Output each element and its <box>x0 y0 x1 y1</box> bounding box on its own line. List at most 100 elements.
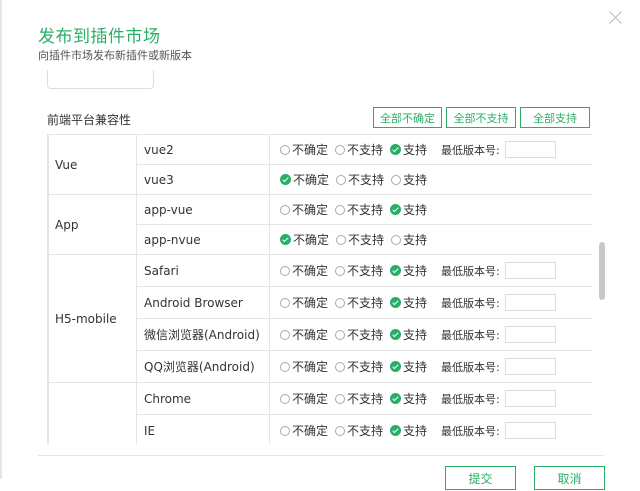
radio-option-supported[interactable]: 支持 <box>390 358 427 375</box>
min-version-input[interactable] <box>504 141 556 158</box>
radio-icon[interactable] <box>280 298 290 308</box>
env-name-cell: IE <box>136 414 270 444</box>
radio-icon[interactable] <box>391 235 402 245</box>
radio-label: 不确定 <box>292 143 329 157</box>
radio-option-supported[interactable]: 支持 <box>390 141 427 158</box>
radio-option-unsupported[interactable]: 不支持 <box>336 231 384 248</box>
table-row: Vue vue2 不确定 不支持 支持 最低版本号: <box>48 134 592 195</box>
radio-option-supported[interactable]: 支持 <box>390 326 427 343</box>
radio-icon[interactable] <box>335 266 346 276</box>
all-supported-button[interactable]: 全部支持 <box>520 107 590 128</box>
radio-checked-icon[interactable] <box>390 425 402 436</box>
support-options: 不确定 不支持 支持 最低版本号: <box>269 134 592 165</box>
radio-checked-icon[interactable] <box>280 234 291 245</box>
radio-option-uncertain[interactable]: 不确定 <box>280 231 329 248</box>
min-version-label: 最低版本号: <box>441 264 500 278</box>
radio-option-supported[interactable]: 支持 <box>390 201 427 218</box>
support-options: 不确定 不支持 支持 最低版本号: <box>269 286 592 319</box>
support-options: 不确定 不支持 支持 最低版本号: <box>269 254 592 287</box>
dialog-subtitle: 向插件市场发布新插件或新版本 <box>38 49 192 62</box>
previous-field-box[interactable] <box>47 70 154 89</box>
min-version-input[interactable] <box>504 390 556 407</box>
min-version-input[interactable] <box>504 294 556 311</box>
radio-icon[interactable] <box>335 362 346 372</box>
radio-option-unsupported[interactable]: 不支持 <box>335 358 383 375</box>
min-version-input[interactable] <box>504 422 556 439</box>
min-version-label: 最低版本号: <box>441 360 500 374</box>
min-version-input[interactable] <box>504 358 556 375</box>
support-options: 不确定 不支持 支持 <box>269 164 592 195</box>
radio-icon[interactable] <box>335 330 346 340</box>
radio-icon[interactable] <box>280 205 290 215</box>
all-unsupported-button[interactable]: 全部不支持 <box>446 107 516 128</box>
radio-icon[interactable] <box>280 362 290 372</box>
radio-checked-icon[interactable] <box>390 393 402 404</box>
radio-label: 不支持 <box>347 360 384 374</box>
radio-icon[interactable] <box>391 175 402 185</box>
radio-icon[interactable] <box>280 394 290 404</box>
radio-icon[interactable] <box>335 205 346 215</box>
radio-option-unsupported[interactable]: 不支持 <box>335 141 383 158</box>
radio-checked-icon[interactable] <box>390 144 402 155</box>
compat-table: Vue vue2 不确定 不支持 支持 最低版本号: vue3 不确定 不支持 支持 App app-… <box>47 134 592 444</box>
min-version-label: 最低版本号: <box>441 424 500 438</box>
cancel-button[interactable]: 取消 <box>534 466 605 490</box>
radio-checked-icon[interactable] <box>390 361 402 372</box>
all-uncertain-button[interactable]: 全部不确定 <box>373 107 442 128</box>
min-version-label: 最低版本号: <box>441 328 500 342</box>
radio-icon[interactable] <box>336 235 347 245</box>
radio-option-uncertain[interactable]: 不确定 <box>280 390 328 407</box>
radio-icon[interactable] <box>335 426 346 436</box>
radio-label: 不确定 <box>293 173 330 187</box>
radio-option-uncertain[interactable]: 不确定 <box>280 422 328 439</box>
radio-option-unsupported[interactable]: 不支持 <box>335 390 383 407</box>
radio-icon[interactable] <box>335 145 346 155</box>
submit-button[interactable]: 提交 <box>445 466 516 490</box>
radio-option-supported[interactable]: 支持 <box>390 262 427 279</box>
radio-option-unsupported[interactable]: 不支持 <box>335 326 383 343</box>
radio-option-unsupported[interactable]: 不支持 <box>336 171 384 188</box>
radio-option-uncertain[interactable]: 不确定 <box>280 358 328 375</box>
radio-checked-icon[interactable] <box>390 297 402 308</box>
min-version-input[interactable] <box>504 326 556 343</box>
radio-icon[interactable] <box>335 298 346 308</box>
radio-option-unsupported[interactable]: 不支持 <box>335 262 383 279</box>
radio-option-uncertain[interactable]: 不确定 <box>280 262 328 279</box>
radio-checked-icon[interactable] <box>390 329 402 340</box>
min-version-label: 最低版本号: <box>441 296 500 310</box>
radio-label: 不确定 <box>292 392 329 406</box>
radio-option-unsupported[interactable]: 不支持 <box>335 294 383 311</box>
radio-checked-icon[interactable] <box>390 265 402 276</box>
radio-icon[interactable] <box>280 266 290 276</box>
radio-label: 不支持 <box>348 173 385 187</box>
radio-icon[interactable] <box>280 145 290 155</box>
scrollbar-thumb[interactable] <box>599 242 605 300</box>
radio-option-uncertain[interactable]: 不确定 <box>280 141 328 158</box>
radio-option-uncertain[interactable]: 不确定 <box>280 294 328 311</box>
radio-label: 不支持 <box>347 203 384 217</box>
radio-option-uncertain[interactable]: 不确定 <box>280 326 328 343</box>
radio-icon[interactable] <box>335 394 346 404</box>
radio-option-supported[interactable]: 支持 <box>390 422 427 439</box>
radio-icon[interactable] <box>280 426 290 436</box>
radio-icon[interactable] <box>280 330 290 340</box>
min-version-input[interactable] <box>504 262 556 279</box>
support-options: 不确定 不支持 支持 <box>269 194 592 225</box>
radio-option-supported[interactable]: 支持 <box>390 294 427 311</box>
radio-checked-icon[interactable] <box>390 204 402 215</box>
close-icon[interactable] <box>606 8 626 28</box>
radio-option-uncertain[interactable]: 不确定 <box>280 201 328 218</box>
platform-cell: App <box>48 194 137 255</box>
radio-icon[interactable] <box>336 175 347 185</box>
radio-option-supported[interactable]: 支持 <box>390 390 427 407</box>
radio-option-unsupported[interactable]: 不支持 <box>335 422 383 439</box>
radio-option-supported[interactable]: 支持 <box>391 231 427 248</box>
radio-option-supported[interactable]: 支持 <box>391 171 427 188</box>
env-name-cell: app-nvue <box>136 224 270 255</box>
radio-label: 支持 <box>403 233 428 247</box>
radio-checked-icon[interactable] <box>280 174 291 185</box>
radio-label: 支持 <box>403 143 428 157</box>
radio-option-uncertain[interactable]: 不确定 <box>280 171 329 188</box>
radio-option-unsupported[interactable]: 不支持 <box>335 201 383 218</box>
radio-label: 支持 <box>403 296 428 310</box>
